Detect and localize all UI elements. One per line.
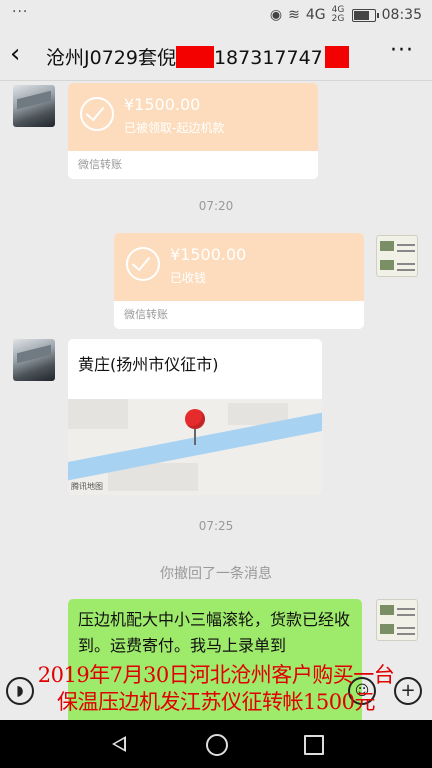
location-title: 黄庄(扬州市仪征市): [78, 355, 219, 374]
status-icons: ◉ ≋ 4G 4G 2G 08:35: [270, 6, 422, 24]
my-avatar[interactable]: [376, 599, 418, 641]
back-arrow-icon[interactable]: ‹: [10, 40, 20, 68]
transfer-amount: ¥1500.00: [170, 245, 247, 264]
nav-recents-icon[interactable]: [304, 735, 324, 755]
redaction-block: [324, 46, 349, 68]
wifi-icon: ≋: [288, 7, 300, 23]
notification-dots: ···: [12, 4, 29, 20]
transfer-label: 微信转账: [78, 158, 122, 171]
recall-notice: 你撤回了一条消息: [160, 566, 272, 582]
caption-overlay: 2019年7月30日河北沧州客户购买一台 保温压边机发江苏仪征转帐1500元: [0, 662, 432, 716]
status-bar: ··· ◉ ≋ 4G 4G 2G 08:35: [0, 0, 432, 30]
transfer-card-sent[interactable]: ¥1500.00 已收钱 微信转账: [114, 233, 364, 329]
transfer-status: 已被领取-起边机款: [124, 121, 225, 135]
my-avatar[interactable]: [376, 235, 418, 277]
redaction-block: [175, 46, 214, 68]
contact-name: 沧州J0729套倪: [46, 47, 176, 69]
caption-line-1: 2019年7月30日河北沧州客户购买一台: [37, 663, 395, 687]
location-message[interactable]: 黄庄(扬州市仪征市) 腾讯地图: [68, 339, 322, 495]
network-label: 4G: [305, 7, 326, 23]
checkmark-icon: [80, 97, 114, 131]
network2-label: 4G 2G: [331, 5, 345, 24]
chat-header: ‹ 沧州J0729套倪 187317747 ···: [0, 30, 432, 81]
nav-home-icon[interactable]: [206, 734, 228, 756]
more-options-icon[interactable]: ···: [390, 38, 414, 63]
eye-icon: ◉: [269, 7, 283, 23]
nav-back-icon[interactable]: [112, 736, 126, 752]
map-logo: 腾讯地图: [71, 482, 103, 491]
message-list[interactable]: ¥1500.00 已被领取-起边机款 微信转账 07:20 ¥1500.00 已…: [0, 81, 432, 721]
transfer-amount: ¥1500.00: [124, 95, 201, 114]
caption-line-2: 保温压边机发江苏仪征转帐1500元: [57, 690, 375, 714]
transfer-label: 微信转账: [124, 308, 168, 321]
clock: 08:35: [381, 7, 422, 23]
system-nav-bar: [0, 720, 432, 768]
timestamp: 07:20: [198, 199, 234, 213]
contact-phone: 187317747: [213, 47, 323, 69]
timestamp: 07:25: [198, 519, 234, 533]
transfer-card-received[interactable]: ¥1500.00 已被领取-起边机款 微信转账: [68, 83, 318, 179]
contact-avatar[interactable]: [13, 339, 55, 381]
transfer-status: 已收钱: [170, 271, 207, 285]
map-preview[interactable]: 腾讯地图: [68, 399, 322, 495]
chat-title: 沧州J0729套倪 187317747: [46, 43, 349, 70]
map-pin-icon: [185, 409, 205, 429]
contact-avatar[interactable]: [13, 85, 55, 127]
checkmark-icon: [126, 247, 160, 281]
battery-icon: [351, 8, 379, 22]
